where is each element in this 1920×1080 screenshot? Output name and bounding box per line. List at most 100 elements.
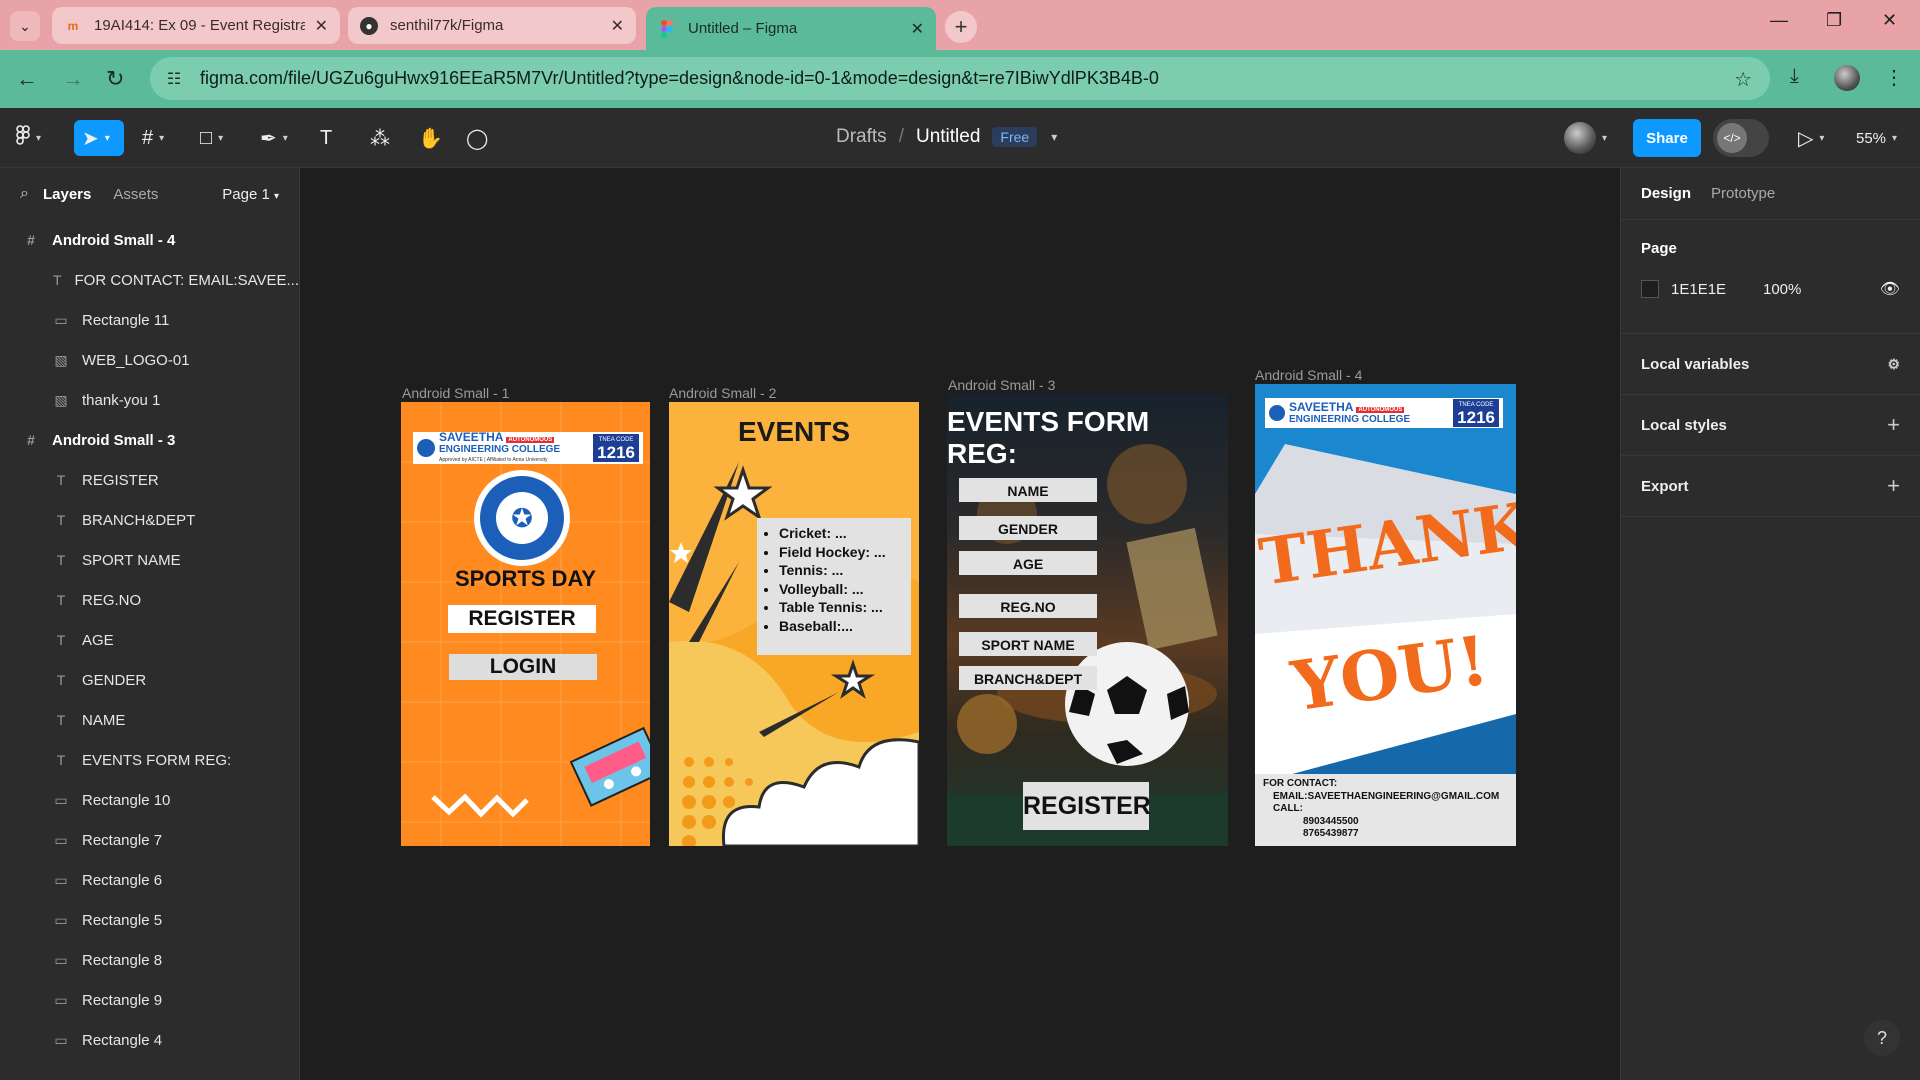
frame-android-small-2[interactable]: EVENTS Cricket: ...Field Hockey: ...Tenn… bbox=[669, 402, 919, 846]
forward-icon[interactable]: → bbox=[62, 66, 84, 92]
search-icon[interactable]: ⌕ bbox=[20, 185, 29, 203]
tab-prototype[interactable]: Prototype bbox=[1711, 185, 1775, 202]
local-styles-section[interactable]: Local styles + bbox=[1621, 395, 1920, 456]
frame-android-small-1[interactable]: SAVEETHA AUTONOMOUS ENGINEERING COLLEGE … bbox=[401, 402, 650, 846]
move-tool[interactable]: ➤ ▾ bbox=[74, 120, 124, 156]
reload-icon[interactable]: ↻ bbox=[106, 66, 124, 92]
browser-tab-github[interactable]: ● senthil77k/Figma ✕ bbox=[348, 7, 636, 44]
chevron-down-icon[interactable]: ▾ bbox=[1051, 130, 1057, 144]
download-icon[interactable]: ⤓ bbox=[1790, 65, 1799, 88]
eye-icon[interactable]: 👁 bbox=[1880, 279, 1900, 299]
color-swatch[interactable] bbox=[1641, 280, 1659, 298]
text-tool[interactable]: T bbox=[320, 120, 332, 156]
more-menu-icon[interactable]: ⋮ bbox=[1884, 65, 1904, 90]
restore-icon[interactable]: ❐ bbox=[1826, 10, 1842, 31]
browser-tab-figma[interactable]: Untitled – Figma ✕ bbox=[646, 7, 936, 50]
minimize-icon[interactable]: — bbox=[1770, 10, 1788, 31]
frame-label[interactable]: Android Small - 3 bbox=[948, 377, 1055, 393]
layer-item[interactable]: # Android Small - 4 bbox=[0, 220, 299, 260]
page-fill-row[interactable]: 1E1E1E 100% 👁 bbox=[1641, 279, 1900, 299]
register-button[interactable]: REGISTER bbox=[1023, 782, 1151, 830]
event-item: Table Tennis: ... bbox=[779, 598, 905, 617]
zoom-menu[interactable]: 55% ▾ bbox=[1856, 120, 1897, 156]
page-selector[interactable]: Page 1 ▾ bbox=[222, 186, 279, 203]
site-info-icon[interactable]: ☷ bbox=[156, 61, 192, 97]
shape-tool[interactable]: □ ▾ bbox=[200, 120, 223, 156]
new-tab-button[interactable]: + bbox=[945, 11, 977, 43]
form-field[interactable]: GENDER bbox=[959, 516, 1097, 540]
layer-item[interactable]: ▭ Rectangle 4 bbox=[0, 1020, 299, 1060]
layer-item[interactable]: T REG.NO bbox=[0, 580, 299, 620]
layer-item[interactable]: ▭ Rectangle 11 bbox=[0, 300, 299, 340]
layer-item[interactable]: T BRANCH&DEPT bbox=[0, 500, 299, 540]
url-bar[interactable]: ☷ figma.com/file/UGZu6guHwx916EEaR5M7Vr/… bbox=[150, 57, 1770, 100]
text-icon: T bbox=[56, 672, 66, 688]
resources-tool[interactable]: ⁂ bbox=[370, 120, 390, 156]
close-window-icon[interactable]: ✕ bbox=[1882, 10, 1897, 31]
form-field[interactable]: NAME bbox=[959, 478, 1097, 502]
college-name-2: ENGINEERING COLLEGE bbox=[1289, 413, 1411, 425]
drafts-link[interactable]: Drafts bbox=[836, 126, 887, 148]
frame-label[interactable]: Android Small - 4 bbox=[1255, 367, 1362, 383]
tab-design[interactable]: Design bbox=[1641, 185, 1691, 202]
form-field[interactable]: SPORT NAME bbox=[959, 632, 1097, 656]
layer-item[interactable]: ▧ WEB_LOGO-01 bbox=[0, 340, 299, 380]
share-button[interactable]: Share bbox=[1633, 119, 1701, 157]
frame-android-small-3[interactable]: EVENTS FORM REG: NAME GENDER AGE REG.NO SPOR… bbox=[947, 394, 1228, 846]
frame-label[interactable]: Android Small - 2 bbox=[669, 385, 776, 401]
bookmark-star-icon[interactable]: ☆ bbox=[1734, 67, 1752, 92]
layer-item[interactable]: T NAME bbox=[0, 700, 299, 740]
layer-item[interactable]: T AGE bbox=[0, 620, 299, 660]
layer-item[interactable]: T FOR CONTACT: EMAIL:SAVEE... bbox=[0, 260, 299, 300]
form-field[interactable]: REG.NO bbox=[959, 594, 1097, 618]
present-button[interactable]: ▷ ▾ bbox=[1798, 120, 1824, 156]
frame-label[interactable]: Android Small - 1 bbox=[402, 385, 509, 401]
hand-tool[interactable]: ✋ bbox=[418, 120, 443, 156]
layer-item[interactable]: ▭ Rectangle 7 bbox=[0, 820, 299, 860]
register-button[interactable]: REGISTER bbox=[448, 605, 596, 633]
browser-tab-moodle[interactable]: m 19AI414: Ex 09 - Event Registrat ✕ bbox=[52, 7, 340, 44]
close-icon[interactable]: ✕ bbox=[911, 19, 924, 39]
multiplayer-avatar[interactable]: ▾ bbox=[1564, 122, 1607, 154]
login-button[interactable]: LOGIN bbox=[449, 654, 597, 680]
layer-item[interactable]: ▭ Rectangle 6 bbox=[0, 860, 299, 900]
local-variables-section[interactable]: Local variables ⚙ bbox=[1621, 334, 1920, 395]
dev-mode-toggle[interactable]: </> bbox=[1713, 119, 1769, 157]
export-section[interactable]: Export + bbox=[1621, 456, 1920, 517]
file-name[interactable]: Untitled bbox=[916, 126, 980, 148]
tab-layers[interactable]: Layers bbox=[43, 186, 91, 203]
layer-item[interactable]: ▭ Rectangle 5 bbox=[0, 900, 299, 940]
comment-tool[interactable]: ◯ bbox=[466, 120, 488, 156]
main-menu-button[interactable]: ▾ bbox=[16, 120, 41, 156]
form-field[interactable]: AGE bbox=[959, 551, 1097, 575]
layer-item[interactable]: ▭ Rectangle 8 bbox=[0, 940, 299, 980]
frame-android-small-4[interactable]: SAVEETHA AUTONOMOUS ENGINEERING COLLEGE … bbox=[1255, 384, 1516, 846]
form-field[interactable]: BRANCH&DEPT bbox=[959, 666, 1097, 690]
event-item: Volleyball: ... bbox=[779, 580, 905, 599]
help-button[interactable]: ? bbox=[1864, 1020, 1900, 1056]
frame-tool[interactable]: # ▾ bbox=[142, 120, 164, 156]
layer-item[interactable]: ▭ Rectangle 9 bbox=[0, 980, 299, 1020]
event-item: Field Hockey: ... bbox=[779, 543, 905, 562]
sliders-icon[interactable]: ⚙ bbox=[1887, 356, 1900, 373]
profile-avatar[interactable] bbox=[1834, 65, 1860, 91]
pen-tool[interactable]: ✒ ▾ bbox=[260, 120, 288, 156]
layer-item[interactable]: # Android Small - 3 bbox=[0, 420, 299, 460]
layer-item[interactable]: T SPORT NAME bbox=[0, 540, 299, 580]
slash-separator: / bbox=[898, 126, 904, 147]
layer-item[interactable]: T REGISTER bbox=[0, 460, 299, 500]
layer-item[interactable]: T GENDER bbox=[0, 660, 299, 700]
canvas[interactable]: Android Small - 1 SAVEETHA AUTONOMOUS EN… bbox=[300, 168, 1620, 1080]
layer-item[interactable]: ▭ Rectangle 10 bbox=[0, 780, 299, 820]
page-opacity[interactable]: 100% bbox=[1763, 281, 1801, 298]
plus-icon[interactable]: + bbox=[1887, 412, 1900, 438]
close-icon[interactable]: ✕ bbox=[611, 16, 624, 36]
close-icon[interactable]: ✕ bbox=[315, 16, 328, 36]
layer-item[interactable]: ▧ thank-you 1 bbox=[0, 380, 299, 420]
tab-assets[interactable]: Assets bbox=[113, 186, 158, 203]
tab-search-button[interactable]: ⌄ bbox=[10, 11, 40, 41]
page-color-hex[interactable]: 1E1E1E bbox=[1671, 281, 1763, 298]
layer-item[interactable]: T EVENTS FORM REG: bbox=[0, 740, 299, 780]
back-icon[interactable]: ← bbox=[16, 66, 38, 92]
plus-icon[interactable]: + bbox=[1887, 473, 1900, 499]
